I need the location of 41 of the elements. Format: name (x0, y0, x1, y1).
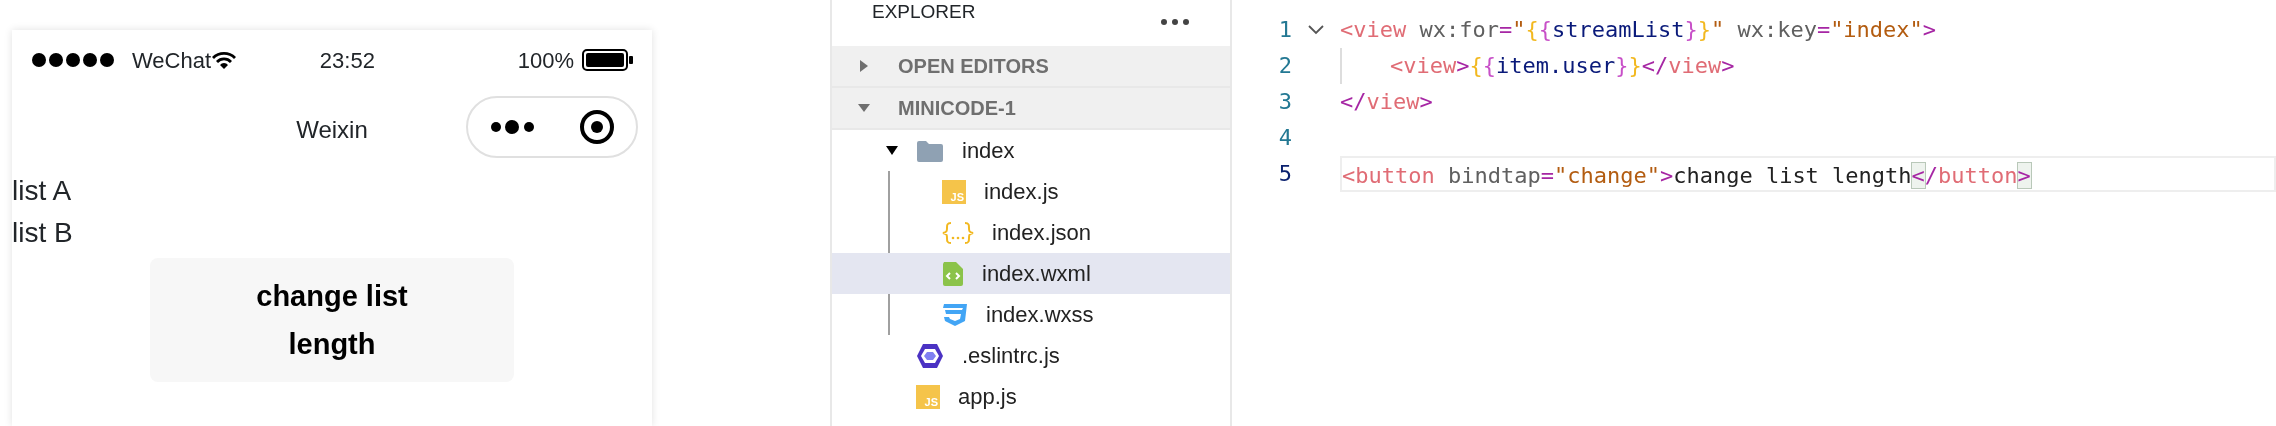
file-tree-item[interactable]: index.wxss (832, 294, 1230, 335)
file-tree-item[interactable]: index.wxml (832, 253, 1230, 294)
battery-icon (582, 49, 634, 71)
list-item: list A (12, 174, 73, 208)
line-number: 4 (1277, 124, 1292, 152)
section-header[interactable]: OPEN EDITORS (832, 46, 1230, 88)
css-file-icon (942, 302, 968, 327)
battery-percent: 100% (517, 46, 574, 75)
more-icon[interactable] (489, 118, 536, 136)
list-item: list B (12, 216, 74, 250)
file-tree-item[interactable]: index.json (832, 212, 1230, 253)
file-tree-item[interactable]: index (832, 130, 1230, 171)
status-time: 23:52 (318, 46, 376, 75)
line-number: 2 (1277, 52, 1292, 80)
caret-down-icon (886, 145, 898, 156)
more-icon[interactable] (1160, 18, 1190, 26)
carrier-name: WeChat (132, 46, 212, 75)
js-file-icon: JS (916, 384, 940, 409)
code-file-icon (942, 260, 964, 287)
close-icon[interactable] (578, 109, 615, 145)
js-file-icon: JS (942, 179, 966, 204)
file-tree-item[interactable]: .eslintrc.js (832, 335, 1230, 376)
file-tree-item[interactable]: JS index.js (832, 171, 1230, 212)
change-list-button[interactable]: change list length (150, 258, 514, 382)
file-tree-item[interactable]: JS app.js (832, 376, 1230, 417)
caret-right-icon (858, 60, 870, 72)
braces-icon (942, 220, 974, 245)
line-number: 1 (1277, 16, 1292, 44)
section-header[interactable]: MINICODE-1 (832, 88, 1230, 130)
chevron-down-icon[interactable] (1308, 25, 1324, 35)
wifi-icon (211, 50, 238, 70)
caret-down-icon (858, 102, 870, 114)
nav-title: Weixin (296, 115, 368, 145)
hexagon-icon (916, 342, 944, 369)
code-line: <view wx:for="{{streamList}}" wx:key="index"> (1340, 16, 1938, 44)
code-line: </view> (1340, 88, 1434, 116)
code-line: <view>{{item.user}}</view> (1340, 48, 2276, 84)
explorer-title: EXPLORER (872, 0, 976, 24)
folder-icon (916, 139, 944, 162)
line-number: 5 (1277, 160, 1292, 188)
line-number: 3 (1277, 88, 1292, 116)
